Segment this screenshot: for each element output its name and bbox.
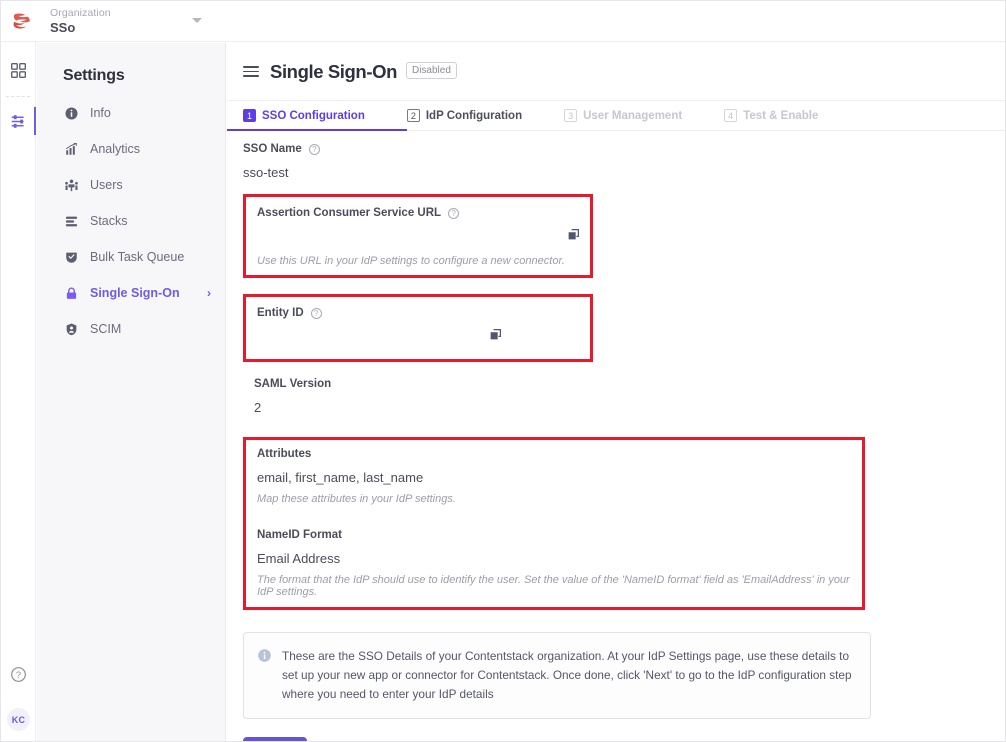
tab-label: User Management: [583, 110, 682, 122]
entity-id-value-row: [257, 319, 578, 349]
rail-bottom-group: ? KC: [1, 654, 36, 735]
field-label: NameID Format: [257, 529, 342, 541]
sidebar-item-label: Info: [90, 106, 111, 120]
status-badge: Disabled: [406, 62, 457, 80]
contentstack-logo-icon: [11, 10, 33, 32]
main-content: Single Sign-On Disabled 1 SSO Configurat…: [227, 43, 1006, 742]
group-attributes-nameid: Attributes email, first_name, last_name …: [243, 437, 865, 610]
rail-divider: [6, 96, 30, 97]
help-button[interactable]: ?: [1, 654, 36, 694]
tab-step-number: 1: [243, 109, 256, 122]
grid-apps-icon: [10, 62, 27, 79]
sidebar-item-analytics[interactable]: Analytics: [37, 131, 225, 167]
field-value: email, first_name, last_name: [257, 470, 850, 485]
tab-user-management: 3 User Management: [564, 101, 682, 130]
org-value: SSo: [50, 20, 210, 35]
info-circle-icon: [257, 648, 273, 704]
sidebar-item-label: Users: [90, 178, 123, 192]
field-hint: Use this URL in your IdP settings to con…: [257, 255, 578, 267]
info-banner: These are the SSO Details of your Conten…: [243, 632, 871, 719]
sidebar-item-scim[interactable]: SCIM: [37, 311, 225, 347]
field-entity-id: Entity ID ?: [243, 294, 593, 362]
tab-step-number: 3: [564, 109, 577, 122]
shield-user-icon: [63, 321, 80, 338]
copy-icon[interactable]: [566, 227, 581, 247]
field-nameid-format: NameID Format Email Address The format t…: [257, 529, 850, 598]
tab-test-and-enable: 4 Test & Enable: [724, 101, 818, 130]
page-header: Single Sign-On Disabled: [227, 43, 1006, 101]
sidebar-item-label: Bulk Task Queue: [90, 250, 184, 264]
bulk-task-queue-icon: [63, 249, 80, 266]
svg-text:?: ?: [16, 669, 21, 679]
chevron-right-icon[interactable]: ›: [207, 286, 211, 300]
sidebar-title: Settings: [37, 43, 225, 95]
copy-icon[interactable]: [488, 327, 503, 347]
form-body: SSO Name ? sso-test Assertion Consumer S…: [227, 131, 1006, 610]
contentstack-logo[interactable]: [1, 1, 42, 42]
sidebar-item-single-sign-on[interactable]: Single Sign-On ›: [37, 275, 225, 311]
field-value: sso-test: [243, 165, 991, 180]
org-label: Organization: [50, 7, 210, 20]
users-icon: [63, 177, 80, 194]
question-circle-icon: ?: [10, 666, 27, 683]
app-window: Organization SSo: [0, 0, 1006, 742]
org-switcher[interactable]: Organization SSo: [50, 7, 210, 35]
sidebar-item-stacks[interactable]: Stacks: [37, 203, 225, 239]
info-banner-text: These are the SSO Details of your Conten…: [282, 647, 854, 704]
sidebar-item-label: Analytics: [90, 142, 140, 156]
stacks-layers-icon: [63, 213, 80, 230]
sidebar-item-label: Single Sign-On: [90, 286, 180, 300]
field-saml-version: SAML Version 2: [243, 378, 991, 431]
tab-label: Test & Enable: [743, 110, 818, 122]
wizard-tabs: 1 SSO Configuration 2 IdP Configuration …: [227, 101, 1006, 131]
field-label: SAML Version: [254, 378, 331, 390]
question-circle-icon[interactable]: ?: [309, 144, 320, 155]
next-button[interactable]: Next ›: [243, 737, 307, 742]
sidebar-item-users[interactable]: Users: [37, 167, 225, 203]
field-value: 2: [254, 400, 991, 415]
field-label: Attributes: [257, 448, 311, 460]
rail-item-settings[interactable]: [1, 101, 36, 141]
chevron-down-icon[interactable]: [192, 18, 202, 23]
top-bar: Organization SSo: [1, 1, 1006, 42]
field-label: Entity ID: [257, 307, 304, 319]
field-hint: The format that the IdP should use to id…: [257, 574, 850, 598]
field-attributes: Attributes email, first_name, last_name …: [257, 448, 850, 505]
tab-idp-configuration[interactable]: 2 IdP Configuration: [407, 101, 522, 130]
settings-sidebar: Settings Info Analytics: [37, 43, 226, 742]
field-sso-name: SSO Name ? sso-test: [243, 143, 991, 194]
sidebar-item-info[interactable]: Info: [37, 95, 225, 131]
lock-icon: [63, 285, 80, 302]
hamburger-menu-icon[interactable]: [243, 63, 259, 81]
page-title: Single Sign-On: [270, 61, 397, 83]
sidebar-item-bulk-task-queue[interactable]: Bulk Task Queue: [37, 239, 225, 275]
acs-url-value-row: [257, 219, 578, 253]
sidebar-item-label: SCIM: [90, 322, 121, 336]
field-label: Assertion Consumer Service URL: [257, 207, 441, 219]
sliders-settings-icon: [10, 113, 27, 130]
sidebar-item-label: Stacks: [90, 214, 128, 228]
tab-step-number: 4: [724, 109, 737, 122]
avatar[interactable]: KC: [7, 708, 30, 731]
field-assertion-consumer-service-url: Assertion Consumer Service URL ? Use thi…: [243, 194, 593, 278]
tab-sso-configuration[interactable]: 1 SSO Configuration: [243, 101, 365, 130]
field-hint: Map these attributes in your IdP setting…: [257, 493, 850, 505]
tab-label: IdP Configuration: [426, 110, 522, 122]
tab-step-number: 2: [407, 109, 420, 122]
question-circle-icon[interactable]: ?: [311, 308, 322, 319]
question-circle-icon[interactable]: ?: [448, 208, 459, 219]
field-value: Email Address: [257, 551, 850, 566]
field-label: SSO Name: [243, 143, 302, 155]
icon-rail: ? KC: [1, 42, 36, 742]
tab-label: SSO Configuration: [262, 110, 365, 122]
rail-item-apps[interactable]: [1, 50, 36, 90]
info-circle-icon: [63, 105, 80, 122]
analytics-chart-icon: [63, 141, 80, 158]
